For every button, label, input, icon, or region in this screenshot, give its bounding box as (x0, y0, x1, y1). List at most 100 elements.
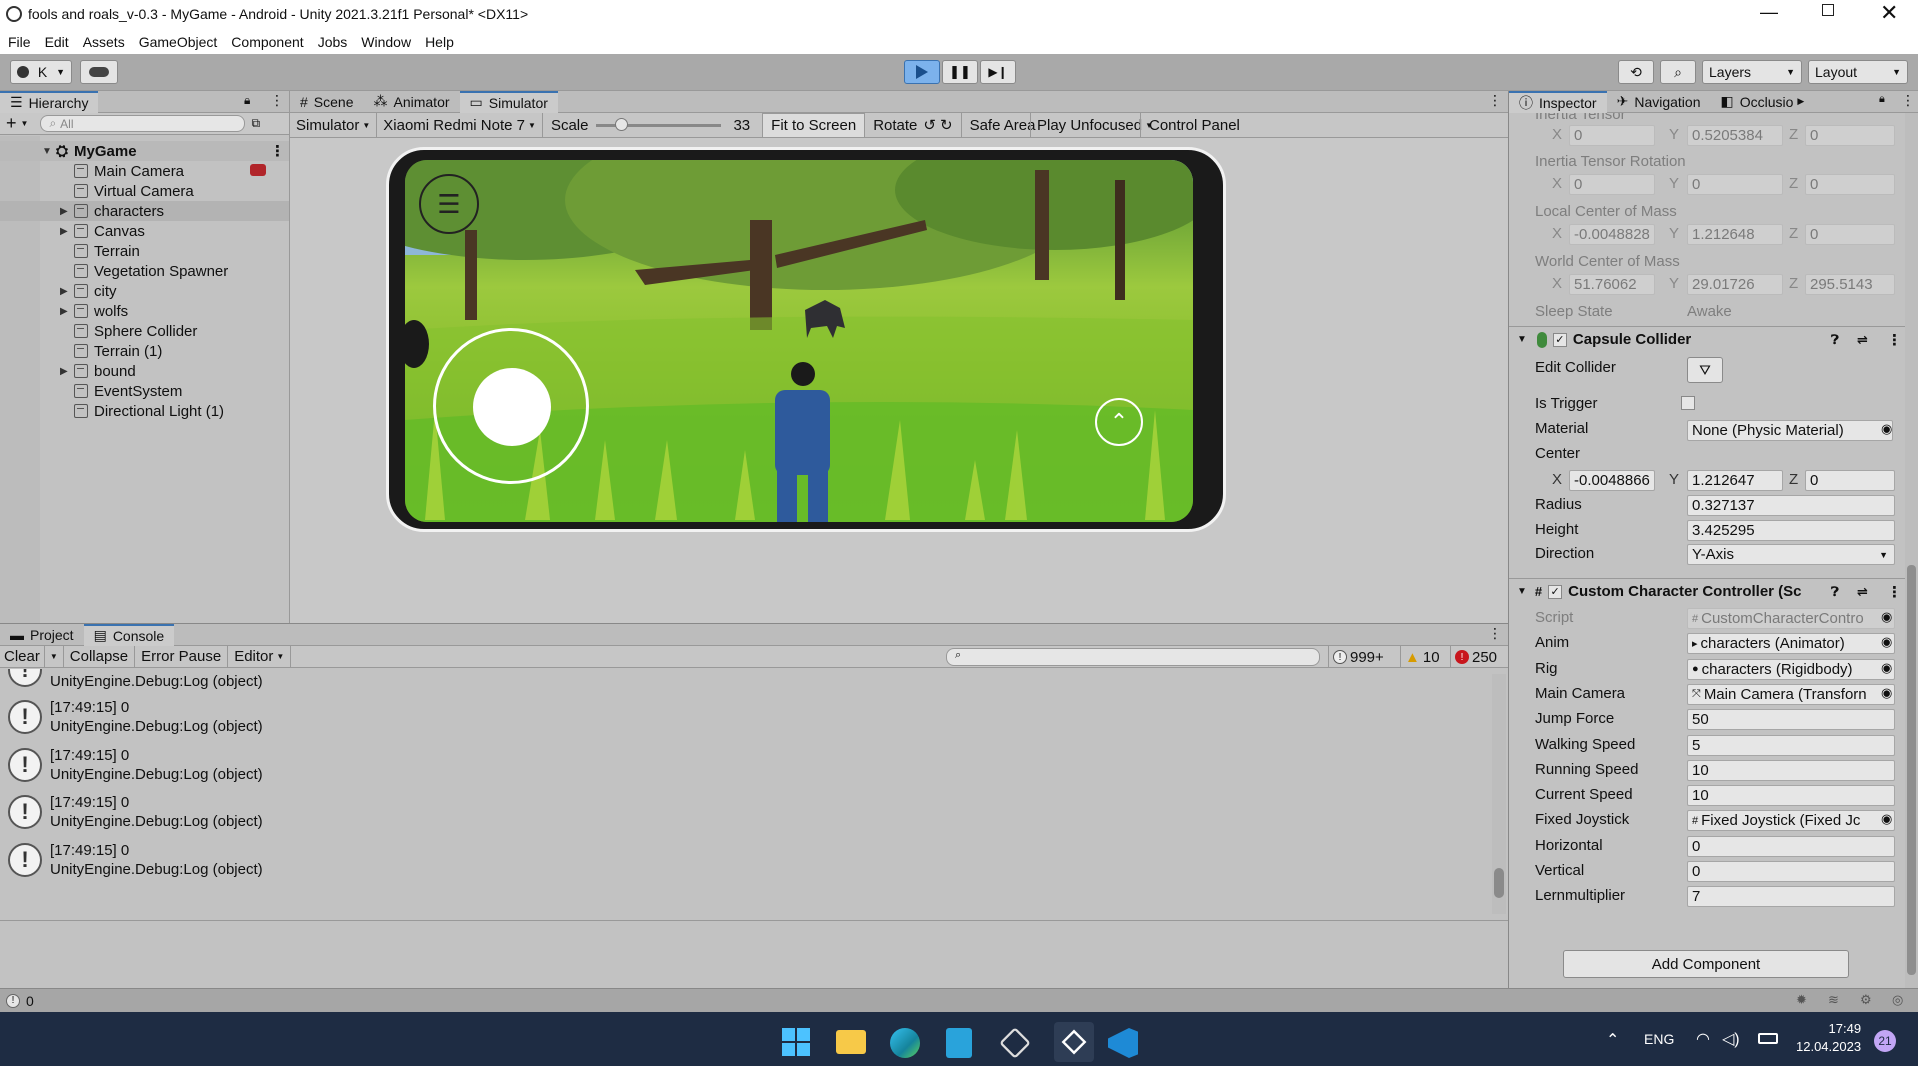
clear-button[interactable]: Clear (0, 646, 44, 668)
maximize-button[interactable] (1822, 4, 1834, 16)
clear-options-dropdown[interactable]: ▼ (43, 645, 64, 668)
pause-button[interactable]: ❚❚ (942, 60, 978, 84)
controller-field-value[interactable]: 10 (1687, 785, 1895, 807)
controller-field-value[interactable]: 0 (1687, 861, 1895, 882)
hierarchy-item[interactable]: EventSystem (0, 381, 289, 401)
clock[interactable]: 17:49 12.04.2023 (1796, 1020, 1861, 1056)
warning-count-toggle[interactable]: ▲ 10 (1400, 646, 1444, 668)
tab-console[interactable]: ▤ Console (83, 623, 175, 646)
presets-icon[interactable]: ⇌ (1857, 584, 1868, 600)
log-entry[interactable]: ! [17:49:15] 0 UnityEngine.Debug:Log (obje… (8, 742, 263, 788)
edge-browser-icon[interactable] (890, 1028, 920, 1058)
console-search[interactable]: ⌕ (946, 648, 1320, 666)
jump-button[interactable]: ⌃ (1095, 398, 1143, 446)
controller-field-value[interactable]: # Fixed Joystick (Fixed Jc (1687, 810, 1895, 832)
capsule-collider-enabled-checkbox[interactable]: ✓ (1552, 332, 1567, 347)
error-count-toggle[interactable]: ! 250 (1450, 646, 1501, 668)
hierarchy-item[interactable]: ▶ city (0, 281, 289, 301)
tab-scene[interactable]: # Scene (290, 91, 364, 113)
tab-simulator[interactable]: ▭ Simulator (459, 90, 558, 113)
expand-arrow-icon[interactable]: ▶ (60, 206, 74, 217)
controller-field-value[interactable]: 0 (1687, 835, 1895, 857)
controller-field-value[interactable]: 10 (1687, 759, 1895, 781)
tab-animator[interactable]: ⁂ Animator (364, 91, 460, 113)
menu-window[interactable]: Window (361, 34, 411, 50)
object-picker-icon[interactable]: ◉ (1881, 421, 1892, 437)
help-icon[interactable]: ❓︎ (1831, 584, 1839, 600)
layout-dropdown[interactable]: Layout ▼ (1808, 60, 1908, 84)
capsule-collider-header[interactable]: ▼ ✓ Capsule Collider ❓︎ ⇌ ⋮ (1509, 326, 1905, 352)
menu-component[interactable]: Component (231, 34, 303, 50)
object-picker-icon[interactable]: ◉ (1881, 685, 1892, 701)
hierarchy-item[interactable]: Main Camera (0, 161, 289, 181)
hierarchy-item[interactable]: Terrain (0, 241, 289, 261)
account-dropdown[interactable]: K ▼ (10, 60, 72, 84)
inspector-scrollbar[interactable] (1905, 113, 1918, 988)
tab-hierarchy[interactable]: ☰ Hierarchy (0, 90, 99, 113)
menu-button[interactable]: ☰ (419, 174, 479, 234)
tab-occlusion[interactable]: ◧ Occlusio ▶ (1710, 91, 1814, 113)
chevron-down-icon[interactable]: ▼ (21, 119, 29, 128)
material-field[interactable]: None (Physic Material) (1687, 420, 1893, 441)
log-count-toggle[interactable]: ! 999+ (1328, 646, 1388, 668)
object-picker-icon[interactable]: ◉ (1881, 660, 1892, 676)
controller-field-value[interactable]: 7 (1687, 886, 1895, 908)
expand-arrow-icon[interactable]: ▶ (60, 306, 74, 317)
close-button[interactable]: ✕ (1880, 0, 1898, 26)
debug-icon[interactable]: ✹ (1796, 992, 1807, 1008)
more-menu-icon[interactable]: ⋮ (1887, 583, 1902, 601)
menu-edit[interactable]: Edit (45, 34, 69, 50)
unity-hub-icon[interactable] (999, 1027, 1031, 1059)
hierarchy-item[interactable]: ▶ wolfs (0, 301, 289, 321)
more-menu-icon[interactable]: ⋮ (270, 142, 285, 160)
controller-field-value[interactable]: 5 (1687, 734, 1895, 756)
cloud-button[interactable] (80, 60, 118, 84)
hierarchy-item[interactable]: ▶ bound (0, 361, 289, 381)
status-check-icon[interactable]: ◎ (1892, 992, 1903, 1008)
controller-header[interactable]: ▼ # ✓ Custom Character Controller (Sc ❓︎… (1509, 578, 1905, 604)
log-entry[interactable]: ! [17:49:15] 0 UnityEngine.Debug:Log (obje… (8, 837, 263, 883)
hierarchy-item[interactable]: Vegetation Spawner (0, 261, 289, 281)
foldout-arrow-icon[interactable]: ▼ (1517, 334, 1527, 345)
fit-to-screen-button[interactable]: Fit to Screen (762, 112, 866, 138)
radius-field[interactable]: 0.327137 (1687, 495, 1895, 516)
step-button[interactable]: ▶❙ (980, 60, 1016, 84)
hierarchy-item[interactable]: Sphere Collider (0, 321, 289, 341)
tab-inspector[interactable]: ⓘ Inspector (1509, 90, 1607, 113)
log-entry[interactable]: ! [17:49:15] 0 UnityEngine.Debug:Log (obje… (8, 789, 263, 835)
add-icon[interactable]: + (6, 113, 17, 134)
file-explorer-icon[interactable] (836, 1030, 866, 1054)
lock-icon[interactable]: 🔒︎ (244, 93, 250, 108)
controller-field-value[interactable]: ▸ characters (Animator) (1687, 633, 1895, 655)
expand-arrow-icon[interactable]: ▼ (42, 146, 56, 157)
history-button[interactable]: ⟲ (1618, 60, 1654, 84)
rotate-right-icon[interactable]: ↻ (940, 116, 953, 134)
hierarchy-item[interactable]: Terrain (1) (0, 341, 289, 361)
direction-dropdown[interactable]: Y-Axis ▼ (1687, 544, 1895, 565)
vscode-icon[interactable] (1108, 1028, 1138, 1058)
simulator-mode-dropdown[interactable]: Simulator ▼ (290, 112, 378, 138)
scene-root[interactable]: ▼ ⛭ MyGame ⋮ (0, 141, 289, 161)
hierarchy-item[interactable]: Virtual Camera (0, 181, 289, 201)
menu-file[interactable]: File (8, 34, 31, 50)
hierarchy-search[interactable]: ⌕ All (40, 115, 246, 132)
hierarchy-item[interactable]: ▶ characters (0, 201, 289, 221)
center-z-field[interactable]: 0 (1805, 470, 1895, 491)
device-dropdown[interactable]: Xiaomi Redmi Note 7 ▼ (377, 112, 543, 138)
log-entry[interactable]: ! [17:49:15] 0 UnityEngine.Debug:Log (obje… (8, 694, 263, 740)
scale-slider-thumb[interactable] (615, 117, 629, 131)
windows-start-icon[interactable] (782, 1028, 810, 1056)
minimize-button[interactable]: — (1760, 2, 1778, 23)
center-y-field[interactable]: 1.212647 (1687, 470, 1783, 491)
battery-icon[interactable] (1758, 1033, 1778, 1044)
play-button[interactable] (904, 60, 940, 84)
notification-badge[interactable]: 21 (1874, 1030, 1896, 1052)
joystick-handle[interactable] (473, 368, 551, 446)
search-button[interactable]: ⌕ (1660, 60, 1696, 84)
store-app-icon[interactable] (946, 1028, 972, 1058)
log-entry-partial[interactable]: ! UnityEngine.Debug:Log (object) (8, 669, 263, 693)
controller-field-value[interactable]: ● characters (Rigidbody) (1687, 658, 1895, 680)
layers-dropdown[interactable]: Layers ▼ (1702, 60, 1802, 84)
more-menu-icon[interactable]: ⋮ (1488, 625, 1502, 642)
tab-project[interactable]: ▬ Project (0, 624, 84, 646)
